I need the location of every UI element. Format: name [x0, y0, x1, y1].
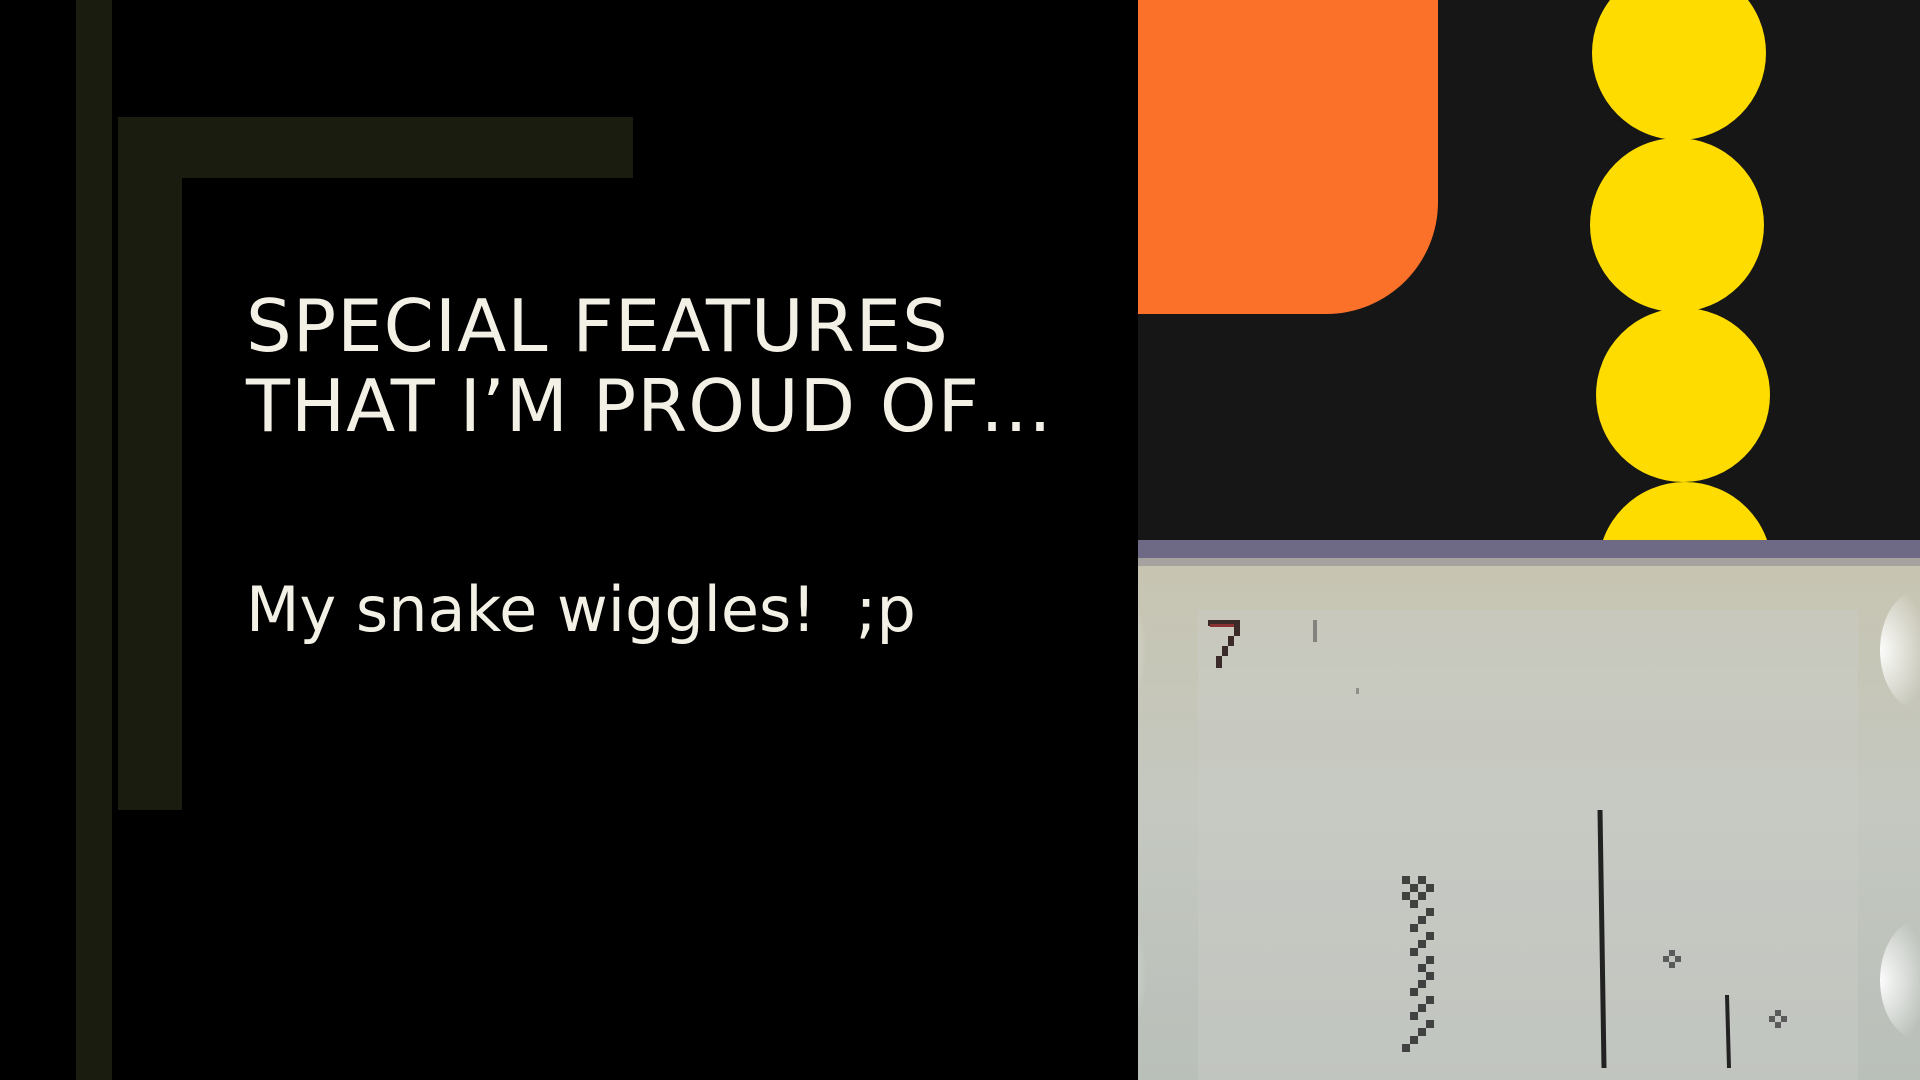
decorative-bracket-top [118, 117, 633, 178]
decorative-bracket-side [118, 117, 182, 810]
slide-title-line-1: SPECIAL FEATURES [246, 284, 949, 368]
yellow-circle [1596, 308, 1770, 482]
slide-title: SPECIAL FEATURES THAT I’M PROUD OF… [246, 286, 1106, 446]
yellow-circle [1592, 0, 1766, 140]
yellow-circle [1598, 482, 1772, 540]
slide-title-line-2: THAT I’M PROUD OF… [246, 364, 1054, 448]
snake-demo-image [1138, 540, 1920, 1080]
decorative-left-bar [76, 0, 112, 1080]
orange-rounded-shape [1138, 0, 1438, 314]
slide-body-text: My snake wiggles! ;p [246, 573, 916, 646]
decorative-art-panel [1138, 0, 1920, 540]
yellow-circle [1590, 138, 1764, 312]
slide: SPECIAL FEATURES THAT I’M PROUD OF… My s… [0, 0, 1920, 1080]
snake-drawing-screen [1138, 540, 1920, 1080]
